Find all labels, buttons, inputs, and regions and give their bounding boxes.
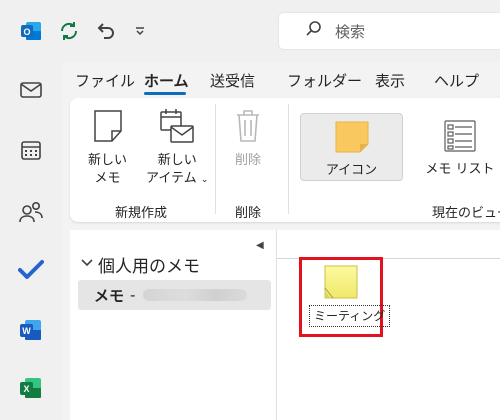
icon-view-button[interactable]: アイコン [300,113,403,181]
delete-button[interactable]: 削除 [233,108,263,170]
tab-help[interactable]: ヘルプ [434,70,479,91]
todo-icon[interactable] [15,254,47,286]
search-icon [305,20,323,42]
undo-icon[interactable] [92,18,118,44]
svg-text:W: W [22,326,31,336]
sync-icon[interactable] [56,18,82,44]
svg-text:O: O [23,27,30,37]
new-group-label: 新規作成 [115,206,168,221]
ribbon-separator [215,104,216,214]
icon-view-label: アイコン [325,163,378,178]
current-view-group-label: 現在のビュー [432,206,500,221]
svg-text:X: X [23,384,29,394]
list-view-icon [443,119,477,157]
active-tab-indicator [144,92,186,95]
excel-icon[interactable]: X [15,372,47,404]
new-note-label: 新しい メモ [88,153,128,186]
people-icon[interactable] [15,196,47,228]
tab-file[interactable]: ファイル [75,70,135,91]
new-note-button[interactable]: 新しい メモ [88,108,127,188]
search-placeholder: 検索 [335,22,366,41]
trash-icon [233,108,263,148]
collapse-pane-icon[interactable]: ◀ [256,240,264,251]
calendar-icon[interactable] [15,134,47,166]
delete-label: 削除 [234,153,261,168]
chevron-down-icon: ⌄ [200,175,209,185]
app-rail: W X [0,62,62,420]
tab-folder[interactable]: フォルダー [287,70,362,91]
folder-group-header[interactable]: 個人用のメモ [80,252,200,277]
folder-pane: ◀ 個人用のメモ メモ - [70,230,276,420]
folder-item-label: メモ [94,286,125,305]
redacted-account [143,289,248,301]
outlook-app-icon: O [18,18,44,44]
mail-icon[interactable] [15,74,47,106]
folder-item-separator: - [130,286,136,304]
title-bar: O 検索 [0,0,500,62]
delete-group-label: 削除 [235,206,262,221]
new-item-label-text: 新しい アイテム [146,153,197,186]
new-item-button[interactable]: 新しい アイテム ⌄ [146,106,208,189]
tab-send-receive[interactable]: 送受信 [210,70,255,91]
ribbon: 新しい メモ 新しい アイテム ⌄ 新規作成 削除 削除 アイコン メモ リスト… [70,98,500,222]
quick-access-dropdown-icon[interactable] [127,18,153,44]
chevron-down-icon [80,255,94,275]
list-view-label: メモ リスト [425,162,495,177]
ribbon-separator [288,104,289,214]
tab-home[interactable]: ホーム [144,70,189,91]
search-box[interactable]: 検索 [278,12,500,50]
new-item-label: 新しい アイテム ⌄ [146,152,208,189]
folder-group-title: 個人用のメモ [98,257,200,277]
tab-view[interactable]: 表示 [375,70,405,91]
note-icon [91,108,125,148]
note-item-icon[interactable] [322,263,360,301]
note-item-label[interactable]: ミーティング [309,305,391,327]
folder-item-notes[interactable]: メモ - [78,280,271,310]
word-icon[interactable]: W [15,314,47,346]
notes-content: ミーティング [276,230,500,420]
ribbon-tabs: ファイル ホーム 送受信 フォルダー 表示 ヘルプ [62,62,500,96]
new-item-icon [157,106,197,150]
note-list-view-button[interactable]: メモ リスト [420,113,500,181]
sticky-note-icon [334,120,370,158]
